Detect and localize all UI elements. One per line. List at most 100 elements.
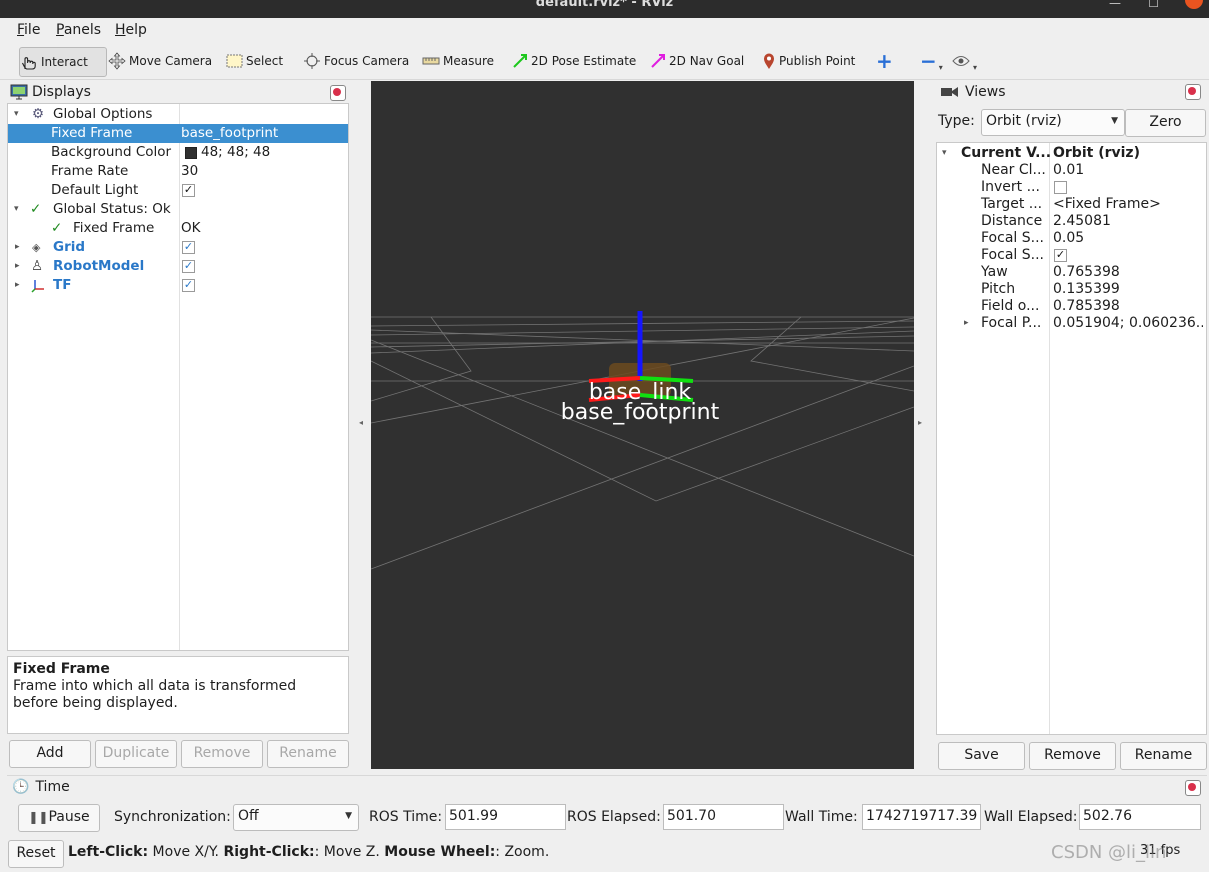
tf-axes-icon xyxy=(31,280,44,293)
default-light-label: Default Light xyxy=(51,182,139,198)
displays-title: Displays xyxy=(32,84,91,100)
select-tool-button[interactable]: Select xyxy=(226,47,283,75)
collapse-arrow-icon[interactable]: ▸ xyxy=(15,257,20,276)
robot-model-enable-checkbox[interactable]: ✓ xyxy=(182,260,195,273)
views-title: Views xyxy=(965,84,1006,100)
pause-button[interactable]: ❚❚Pause xyxy=(18,804,100,832)
render-viewport-3d[interactable]: base_link base_footprint xyxy=(371,81,914,769)
dropdown-arrow-icon: ▼ xyxy=(345,811,352,821)
ros-time-field[interactable]: 501.99 xyxy=(445,804,566,830)
view-type-label: Type: xyxy=(938,113,975,129)
collapse-arrow-icon[interactable]: ▸ xyxy=(15,276,20,295)
displays-panel-header: Displays xyxy=(7,81,350,103)
tf-display-row[interactable]: TF xyxy=(53,276,71,295)
scene-canvas: base_link base_footprint xyxy=(371,311,914,570)
fixed-frame-value[interactable]: base_footprint xyxy=(181,124,278,143)
synchronization-combobox[interactable]: Off ▼ xyxy=(233,804,359,831)
hint-wheel-action: : Zoom. xyxy=(495,844,550,860)
time-close-icon[interactable] xyxy=(1185,780,1201,796)
remove-tool-minus-icon[interactable]: − ▾ xyxy=(920,47,943,75)
publish-point-label: Publish Point xyxy=(779,54,856,68)
zero-view-button[interactable]: Zero xyxy=(1125,109,1206,137)
wall-elapsed-field[interactable]: 502.76 xyxy=(1079,804,1201,830)
minimize-icon[interactable]: — xyxy=(1109,0,1121,10)
background-color-label: Background Color xyxy=(51,144,172,160)
remove-view-button[interactable]: Remove xyxy=(1029,742,1116,770)
background-color-value[interactable]: 48; 48; 48 xyxy=(201,143,270,162)
ros-elapsed-field[interactable]: 501.70 xyxy=(663,804,784,830)
time-panel-header: 🕒 Time xyxy=(7,775,1207,797)
color-swatch[interactable] xyxy=(185,147,197,159)
measure-tool-button[interactable]: Measure xyxy=(422,47,494,75)
synchronization-value: Off xyxy=(238,808,259,824)
move-camera-tool-button[interactable]: Move Camera xyxy=(108,47,212,75)
save-view-button[interactable]: Save xyxy=(938,742,1025,770)
frame-rate-value[interactable]: 30 xyxy=(181,162,198,181)
maximize-icon[interactable]: ☐ xyxy=(1148,0,1159,10)
nav-goal-label: 2D Nav Goal xyxy=(669,54,745,68)
view-property-value[interactable]: 0.01 xyxy=(1053,161,1084,180)
add-display-button[interactable]: Add xyxy=(9,740,91,768)
hint-right-key: Right-Click: xyxy=(223,844,315,860)
add-tool-plus-icon[interactable]: + xyxy=(876,47,893,75)
displays-tree: ▾ ⚙ Global Options Fixed Frame base_foot… xyxy=(7,103,349,651)
column-divider xyxy=(179,104,180,650)
view-property-value[interactable]: 0.051904; 0.060236... xyxy=(1053,314,1203,333)
fixed-frame-label[interactable]: Fixed Frame xyxy=(51,124,132,143)
right-splitter-handle[interactable]: ▸ xyxy=(918,418,922,427)
hint-left-key: Left-Click: xyxy=(68,844,149,860)
check-icon: ✓ xyxy=(30,201,42,217)
view-property-value[interactable]: 0.05 xyxy=(1053,229,1084,248)
base-footprint-frame-label: base_footprint xyxy=(561,400,720,425)
interact-tool-button[interactable]: Interact xyxy=(19,47,107,77)
wall-time-field[interactable]: 1742719717.39 xyxy=(862,804,981,830)
global-status-row[interactable]: Global Status: Ok xyxy=(53,200,171,219)
expand-arrow-icon[interactable]: ▾ xyxy=(14,105,19,124)
tf-enable-checkbox[interactable]: ✓ xyxy=(182,279,195,292)
map-pin-icon xyxy=(764,53,774,69)
ros-time-label: ROS Time: xyxy=(369,809,443,825)
views-close-icon[interactable] xyxy=(1185,84,1201,100)
collapse-arrow-icon[interactable]: ▸ xyxy=(964,314,969,333)
grid-enable-checkbox[interactable]: ✓ xyxy=(182,241,195,254)
clock-icon: 🕒 xyxy=(12,778,30,795)
column-divider xyxy=(1049,143,1050,734)
property-description-box: Fixed Frame Frame into which all data is… xyxy=(7,656,349,734)
wall-time-label: Wall Time: xyxy=(785,809,858,825)
displays-close-icon[interactable] xyxy=(330,85,346,101)
view-type-combobox[interactable]: Orbit (rviz) ▼ xyxy=(981,109,1125,136)
duplicate-display-button[interactable]: Duplicate xyxy=(95,740,177,768)
pose-estimate-label: 2D Pose Estimate xyxy=(531,54,637,68)
reset-button[interactable]: Reset xyxy=(8,840,64,868)
interact-label: Interact xyxy=(41,55,88,69)
robot-model-display-row[interactable]: RobotModel xyxy=(53,257,144,276)
expand-arrow-icon[interactable]: ▾ xyxy=(942,144,947,163)
robot-icon: ♙ xyxy=(31,258,44,274)
global-options-row[interactable]: Global Options xyxy=(53,105,152,124)
view-property-label[interactable]: Focal P... xyxy=(981,314,1041,333)
ruler-icon xyxy=(422,57,440,65)
tool-properties-eye-icon[interactable]: ▾ xyxy=(952,47,977,75)
menu-file[interactable]: File xyxy=(17,22,40,38)
pose-estimate-tool-button[interactable]: 2D Pose Estimate xyxy=(512,47,636,75)
nav-goal-tool-button[interactable]: 2D Nav Goal xyxy=(650,47,744,75)
default-light-checkbox[interactable]: ✓ xyxy=(182,184,195,197)
expand-arrow-icon[interactable]: ▾ xyxy=(14,200,19,219)
rename-display-button[interactable]: Rename xyxy=(267,740,349,768)
synchronization-label: Synchronization: xyxy=(114,809,231,825)
description-text: Frame into which all data is transformed… xyxy=(13,678,297,711)
grid-display-row[interactable]: Grid xyxy=(53,238,85,257)
view-property-checkbox[interactable]: ✓ xyxy=(1054,249,1067,262)
wall-elapsed-label: Wall Elapsed: xyxy=(984,809,1078,825)
view-property-checkbox[interactable] xyxy=(1054,181,1067,194)
left-splitter-handle[interactable]: ◂ xyxy=(359,418,363,427)
menu-panels[interactable]: Panels xyxy=(56,22,101,38)
mouse-hint-text: Left-Click: Move X/Y. Right-Click:: Move… xyxy=(68,844,549,860)
remove-display-button[interactable]: Remove xyxy=(181,740,263,768)
hint-right-action: : Move Z. xyxy=(314,844,385,860)
focus-camera-tool-button[interactable]: Focus Camera xyxy=(303,47,409,75)
publish-point-tool-button[interactable]: Publish Point xyxy=(762,47,855,75)
collapse-arrow-icon[interactable]: ▸ xyxy=(15,238,20,257)
menu-help[interactable]: Help xyxy=(115,22,147,38)
rename-view-button[interactable]: Rename xyxy=(1120,742,1207,770)
